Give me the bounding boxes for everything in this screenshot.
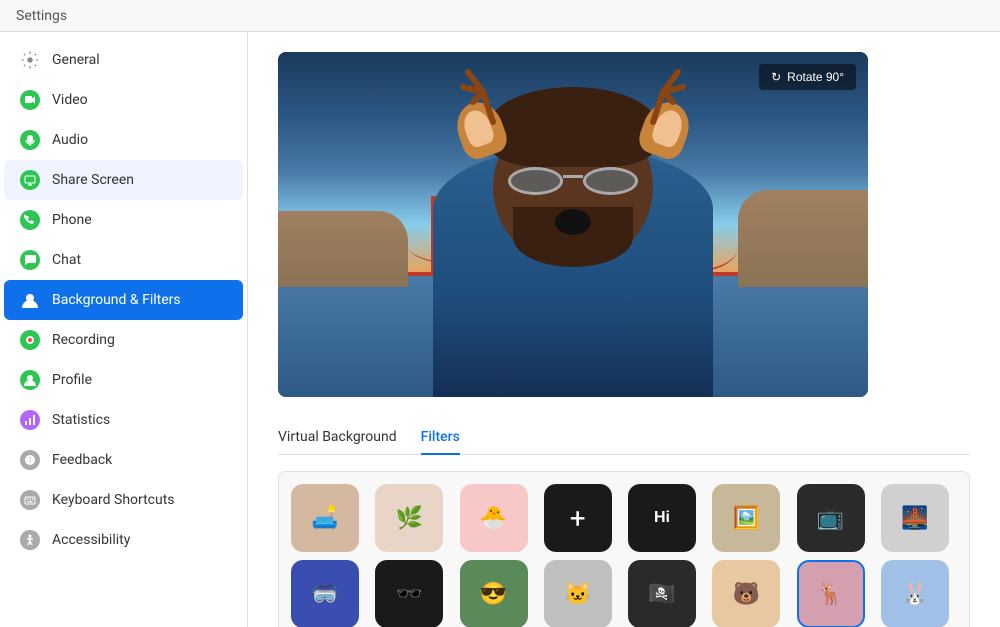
filter-item-bear[interactable]: 🐻 [712, 560, 780, 627]
audio-icon [20, 130, 40, 150]
share-screen-icon [20, 170, 40, 190]
filter-item-room2[interactable]: 🌿 [375, 484, 443, 552]
sidebar-item-feedback[interactable]: Feedback [4, 440, 243, 480]
sidebar-label-profile: Profile [52, 372, 92, 388]
tab-virtual-background[interactable]: Virtual Background [278, 421, 397, 455]
content-area: ↻ Rotate 90° Virtual Background Filters … [248, 32, 1000, 627]
filter-item-bridge[interactable]: 🌉 [881, 484, 949, 552]
sidebar-item-general[interactable]: General [4, 40, 243, 80]
filter-item-hi[interactable]: Hi [628, 484, 696, 552]
tabs-container: Virtual Background Filters [278, 421, 970, 455]
filter-item-vr[interactable]: 🥽 [291, 560, 359, 627]
title-bar: Settings [0, 0, 1000, 32]
filter-item-frame[interactable]: 🖼️ [712, 484, 780, 552]
sidebar-item-statistics[interactable]: Statistics [4, 400, 243, 440]
phone-icon [20, 210, 40, 230]
filter-item-cool[interactable]: 😎 [460, 560, 528, 627]
rotate-label: Rotate 90° [787, 70, 844, 84]
sidebar-label-recording: Recording [52, 332, 115, 348]
statistics-icon [20, 410, 40, 430]
main-container: General Video Audio [0, 32, 1000, 627]
rotate-icon: ↻ [771, 70, 781, 84]
filter-item-room1[interactable]: 🛋️ [291, 484, 359, 552]
filter-item-3d-glasses[interactable]: 🕶️ [375, 560, 443, 627]
filter-item-pink[interactable]: 🐣 [460, 484, 528, 552]
video-preview: ↻ Rotate 90° [278, 52, 868, 397]
filter-item-bunny[interactable]: 🐰 [881, 560, 949, 627]
filters-grid: 🛋️ 🌿 🐣 + Hi 🖼️ 📺 [278, 471, 970, 627]
sidebar-item-phone[interactable]: Phone [4, 200, 243, 240]
sidebar-label-general: General [52, 52, 100, 68]
filter-item-add[interactable]: + [544, 484, 612, 552]
sidebar-item-audio[interactable]: Audio [4, 120, 243, 160]
sidebar-item-recording[interactable]: Recording [4, 320, 243, 360]
sidebar-label-keyboard-shortcuts: Keyboard Shortcuts [52, 492, 175, 508]
sidebar-label-statistics: Statistics [52, 412, 110, 428]
sidebar: General Video Audio [0, 32, 248, 627]
sidebar-label-feedback: Feedback [52, 452, 112, 468]
filter-item-tv[interactable]: 📺 [797, 484, 865, 552]
sidebar-item-video[interactable]: Video [4, 80, 243, 120]
video-icon [20, 90, 40, 110]
sidebar-label-phone: Phone [52, 212, 92, 228]
window-title: Settings [16, 8, 67, 24]
sidebar-label-share-screen: Share Screen [52, 172, 134, 188]
chat-icon [20, 250, 40, 270]
sidebar-item-chat[interactable]: Chat [4, 240, 243, 280]
recording-icon [20, 330, 40, 350]
filter-item-pirate[interactable]: 🏴‍☠️ [628, 560, 696, 627]
sidebar-label-audio: Audio [52, 132, 88, 148]
filter-item-deer[interactable]: 🦌 [797, 560, 865, 627]
general-icon [20, 50, 40, 70]
rotate-button[interactable]: ↻ Rotate 90° [759, 64, 856, 90]
sidebar-label-chat: Chat [52, 252, 81, 268]
accessibility-icon [20, 530, 40, 550]
background-filters-icon [20, 290, 40, 310]
tab-filters-label: Filters [421, 429, 460, 445]
profile-icon [20, 370, 40, 390]
sidebar-item-profile[interactable]: Profile [4, 360, 243, 400]
tab-filters[interactable]: Filters [421, 421, 460, 455]
feedback-icon [20, 450, 40, 470]
filter-item-cat[interactable]: 🐱 [544, 560, 612, 627]
sidebar-item-share-screen[interactable]: Share Screen [4, 160, 243, 200]
sidebar-label-video: Video [52, 92, 88, 108]
sidebar-item-accessibility[interactable]: Accessibility [4, 520, 243, 560]
tab-virtual-background-label: Virtual Background [278, 429, 397, 445]
sidebar-label-accessibility: Accessibility [52, 532, 130, 548]
keyboard-shortcuts-icon [20, 490, 40, 510]
filters-grid-wrapper: 🛋️ 🌿 🐣 + Hi 🖼️ 📺 [278, 471, 970, 627]
sidebar-item-background-filters[interactable]: Background & Filters [4, 280, 243, 320]
sidebar-label-background-filters: Background & Filters [52, 292, 181, 308]
sidebar-item-keyboard-shortcuts[interactable]: Keyboard Shortcuts [4, 480, 243, 520]
